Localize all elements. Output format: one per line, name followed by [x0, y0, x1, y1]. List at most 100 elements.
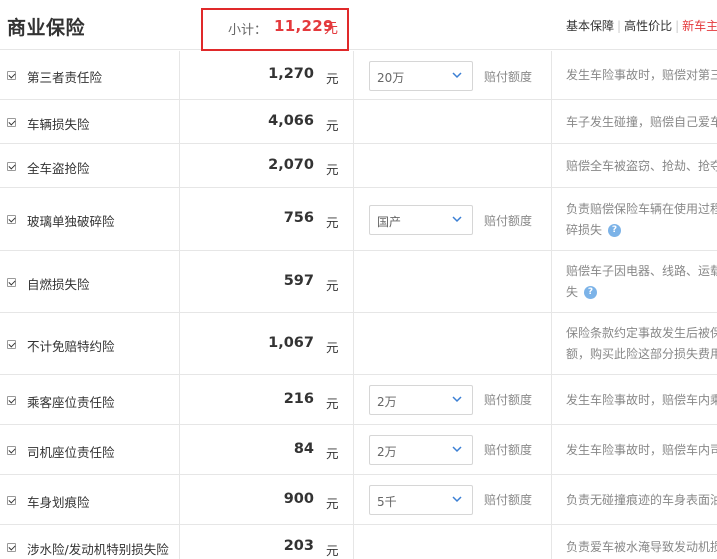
insurance-name: 不计免赔特约险	[27, 339, 115, 354]
chevron-down-icon	[452, 496, 462, 503]
coverage-select[interactable]: 20万	[369, 61, 473, 91]
insurance-name: 乘客座位责任险	[27, 395, 115, 410]
insurance-price: 900	[283, 491, 314, 507]
coverage-select[interactable]: 2万	[369, 435, 473, 465]
subtotal-label: 小计：	[228, 23, 268, 38]
yuan-label: 元	[326, 162, 339, 177]
insurance-price: 1,270	[268, 66, 314, 82]
insurance-row: 第三者责任险 1,270 元 20万 赔付额度 发生车险事故时，赔偿对第三	[0, 51, 717, 100]
row-checkbox[interactable]	[7, 496, 16, 505]
description-line: 车子发生碰撞，赔偿自己爱车	[566, 115, 717, 129]
tab-separator: |	[617, 19, 622, 33]
insurance-price: 756	[283, 210, 314, 226]
description-line: 碎损失?	[566, 220, 717, 241]
description-line: 额，购买此险这部分损失费用	[566, 347, 717, 361]
insurance-price: 84	[293, 441, 314, 457]
tab-basic[interactable]: 基本保障	[566, 19, 614, 33]
insurance-description: 负责无碰撞痕迹的车身表面油	[566, 490, 717, 511]
pay-limit-label: 赔付额度	[484, 214, 533, 228]
coverage-select[interactable]: 国产	[369, 205, 473, 235]
coverage-select[interactable]: 2万	[369, 385, 473, 415]
row-checkbox[interactable]	[7, 543, 16, 552]
insurance-name: 司机座位责任险	[27, 445, 115, 460]
row-checkbox[interactable]	[7, 446, 16, 455]
description-line: 负责无碰撞痕迹的车身表面油	[566, 493, 717, 507]
insurance-price: 216	[283, 391, 314, 407]
help-icon[interactable]: ?	[584, 286, 598, 299]
insurance-row: 车身划痕险 900 元 5千 赔付额度 负责无碰撞痕迹的车身表面油	[0, 475, 717, 525]
yuan-label: 元	[326, 215, 339, 230]
pay-limit-label: 赔付额度	[484, 493, 533, 507]
insurance-row: 全车盗抢险 2,070 元 赔偿全车被盗窃、抢劫、抢夺	[0, 144, 717, 188]
yuan-label: 元	[326, 543, 339, 558]
insurance-row: 乘客座位责任险 216 元 2万 赔付额度 发生车险事故时，赔偿车内乘	[0, 375, 717, 425]
page-title: 商业保险	[7, 17, 86, 39]
yuan-label: 元	[326, 446, 339, 461]
insurance-price: 203	[283, 538, 314, 554]
row-checkbox[interactable]	[7, 340, 16, 349]
row-checkbox[interactable]	[7, 118, 16, 127]
header: 商业保险 小计： 11,229 元 基本保障 | 高性价比 | 新车主	[0, 0, 717, 51]
insurance-row: 车辆损失险 4,066 元 车子发生碰撞，赔偿自己爱车	[0, 100, 717, 144]
insurance-price: 1,067	[268, 335, 314, 351]
yuan-label: 元	[326, 340, 339, 355]
description-line: 保险条款约定事故发生后被保	[566, 326, 717, 340]
yuan-label: 元	[326, 118, 339, 133]
coverage-select-value: 20万	[377, 71, 405, 85]
chevron-down-icon	[452, 216, 462, 223]
insurance-name: 玻璃单独破碎险	[27, 214, 115, 229]
subtotal-unit: 元	[324, 21, 338, 37]
row-checkbox[interactable]	[7, 71, 16, 80]
chevron-down-icon	[452, 446, 462, 453]
insurance-row: 不计免赔特约险 1,067 元 保险条款约定事故发生后被保 额，购买此险这部分损…	[0, 313, 717, 375]
yuan-label: 元	[326, 496, 339, 511]
help-icon[interactable]: ?	[608, 224, 622, 237]
insurance-name: 车身划痕险	[27, 495, 90, 510]
row-checkbox[interactable]	[7, 162, 16, 171]
yuan-label: 元	[326, 71, 339, 86]
description-line: 负责赔偿保险车辆在使用过程	[566, 202, 717, 216]
insurance-description: 保险条款约定事故发生后被保 额，购买此险这部分损失费用	[566, 323, 717, 365]
pay-limit-label: 赔付额度	[484, 393, 533, 407]
insurance-description: 负责爱车被水淹导致发动机损	[566, 537, 717, 558]
row-checkbox[interactable]	[7, 396, 16, 405]
row-checkbox[interactable]	[7, 278, 16, 287]
subtotal-box: 小计： 11,229 元	[201, 8, 349, 51]
insurance-price: 2,070	[268, 157, 314, 173]
chevron-down-icon	[452, 72, 462, 79]
insurance-description: 赔偿车子因电器、线路、运载 失?	[566, 261, 717, 303]
coverage-select-value: 5千	[377, 495, 397, 509]
coverage-select-value: 国产	[377, 215, 402, 229]
description-line: 赔偿车子因电器、线路、运载	[566, 264, 717, 278]
tab-value[interactable]: 高性价比	[624, 19, 672, 33]
yuan-label: 元	[326, 396, 339, 411]
description-line: 失?	[566, 282, 717, 303]
insurance-description: 发生车险事故时，赔偿对第三	[566, 65, 717, 86]
description-line: 发生车险事故时，赔偿车内乘	[566, 393, 717, 407]
insurance-row: 自燃损失险 597 元 赔偿车子因电器、线路、运载 失?	[0, 251, 717, 313]
insurance-price: 597	[283, 273, 314, 289]
description-line: 发生车险事故时，赔偿车内司	[566, 443, 717, 457]
filter-tabs: 基本保障 | 高性价比 | 新车主	[566, 17, 717, 34]
insurance-description: 赔偿全车被盗窃、抢劫、抢夺	[566, 156, 717, 177]
coverage-select[interactable]: 5千	[369, 485, 473, 515]
insurance-description: 发生车险事故时，赔偿车内乘	[566, 390, 717, 411]
insurance-price: 4,066	[268, 113, 314, 129]
row-checkbox[interactable]	[7, 215, 16, 224]
insurance-description: 负责赔偿保险车辆在使用过程 碎损失?	[566, 199, 717, 241]
yuan-label: 元	[326, 278, 339, 293]
coverage-select-value: 2万	[377, 445, 397, 459]
description-line: 发生车险事故时，赔偿对第三	[566, 68, 717, 82]
insurance-description: 发生车险事故时，赔偿车内司	[566, 440, 717, 461]
tab-separator: |	[675, 19, 680, 33]
insurance-name: 全车盗抢险	[27, 161, 90, 176]
insurance-name: 自燃损失险	[27, 277, 90, 292]
chevron-down-icon	[452, 396, 462, 403]
insurance-description: 车子发生碰撞，赔偿自己爱车	[566, 112, 717, 133]
coverage-select-value: 2万	[377, 395, 397, 409]
tab-new-owner[interactable]: 新车主	[682, 19, 717, 33]
insurance-row: 司机座位责任险 84 元 2万 赔付额度 发生车险事故时，赔偿车内司	[0, 425, 717, 475]
pay-limit-label: 赔付额度	[484, 70, 533, 84]
insurance-row: 玻璃单独破碎险 756 元 国产 赔付额度 负责赔偿保险车辆在使用过程 碎损失?	[0, 188, 717, 251]
description-line: 负责爱车被水淹导致发动机损	[566, 540, 717, 554]
